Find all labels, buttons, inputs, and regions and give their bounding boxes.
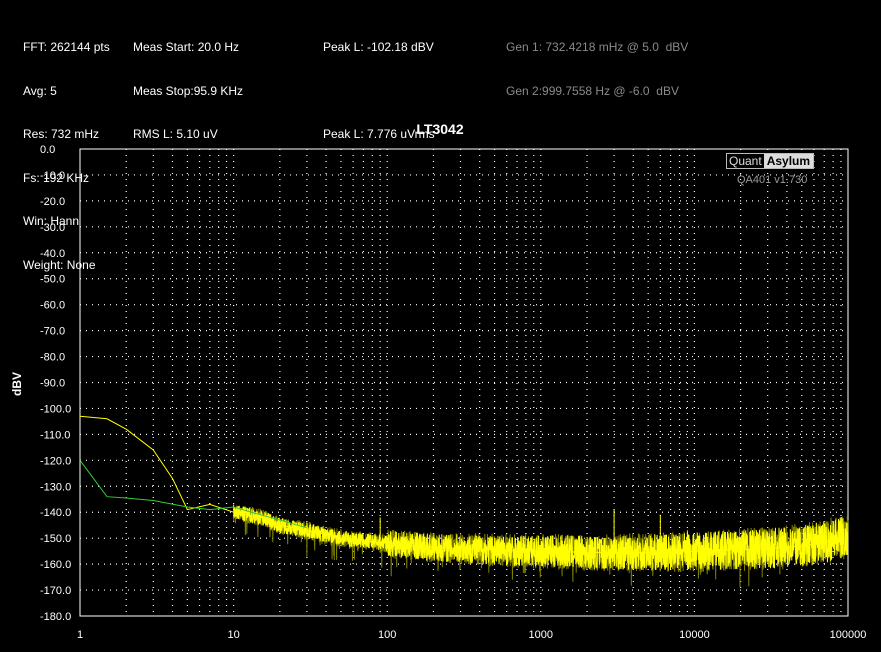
info-col-1: FFT: 262144 pts Avg: 5 Res: 732 mHz Fs: …: [23, 11, 110, 287]
y-tick-label: -140.0: [40, 507, 71, 519]
y-tick-label: -170.0: [40, 585, 71, 597]
generator-info: Gen 1: 732.4218 mHz @ 5.0 dBV Gen 2:999.…: [506, 11, 688, 113]
y-tick-label: -150.0: [40, 533, 71, 545]
resolution: Res: 732 mHz: [23, 127, 100, 141]
y-tick-label: -130.0: [40, 481, 71, 493]
y-tick-label: -110.0: [40, 429, 70, 441]
window: Win: Hann: [23, 214, 80, 228]
x-tick-label: 10000: [679, 629, 710, 641]
rms-level: RMS L: 5.10 uV: [133, 127, 218, 141]
version-label: QA401 v1.730: [737, 174, 808, 186]
y-tick-label: -120.0: [40, 455, 71, 467]
y-axis-label: dBV: [10, 372, 24, 396]
x-tick-label: 1: [77, 629, 83, 641]
x-tick-label: 1000: [529, 629, 553, 641]
meas-stop: Meas Stop:95.9 KHz: [133, 83, 244, 98]
weighting: Weight: None: [23, 257, 96, 272]
x-tick-label: 10: [227, 629, 239, 641]
averages: Avg: 5: [23, 83, 57, 98]
quantasylum-logo: Quant Asylum: [726, 153, 815, 169]
logo-right: Asylum: [763, 154, 814, 168]
gen-2: Gen 2:999.7558 Hz @ -6.0 dBV: [506, 83, 679, 98]
sample-rate: Fs: 192 KHz: [23, 170, 90, 185]
x-tick-label: 100000: [830, 629, 867, 641]
gen-1: Gen 1: 732.4218 mHz @ 5.0 dBV: [506, 40, 689, 54]
x-tick-label: 100: [378, 629, 396, 641]
y-tick-label: -80.0: [40, 352, 65, 364]
x-tick-labels: 1 10 100 1000 10000 100000: [77, 629, 866, 641]
fft-size: FFT: 262144 pts: [23, 40, 110, 54]
y-tick-label: -180.0: [40, 611, 71, 623]
y-tick-label: -160.0: [40, 559, 71, 571]
info-col-3: Peak L: -102.18 dBV Peak L: 7.776 uVrms: [323, 11, 435, 156]
y-tick-label: -100.0: [40, 403, 71, 415]
logo-left: Quant: [727, 154, 764, 168]
peak-vrms: Peak L: 7.776 uVrms: [323, 127, 435, 141]
info-col-2: Meas Start: 20.0 Hz Meas Stop:95.9 KHz R…: [133, 11, 243, 156]
y-tick-label: -60.0: [40, 300, 65, 312]
peak-dbv: Peak L: -102.18 dBV: [323, 40, 434, 54]
y-tick-label: -90.0: [40, 378, 65, 390]
y-tick-label: -70.0: [40, 326, 65, 338]
meas-start: Meas Start: 20.0 Hz: [133, 40, 240, 54]
